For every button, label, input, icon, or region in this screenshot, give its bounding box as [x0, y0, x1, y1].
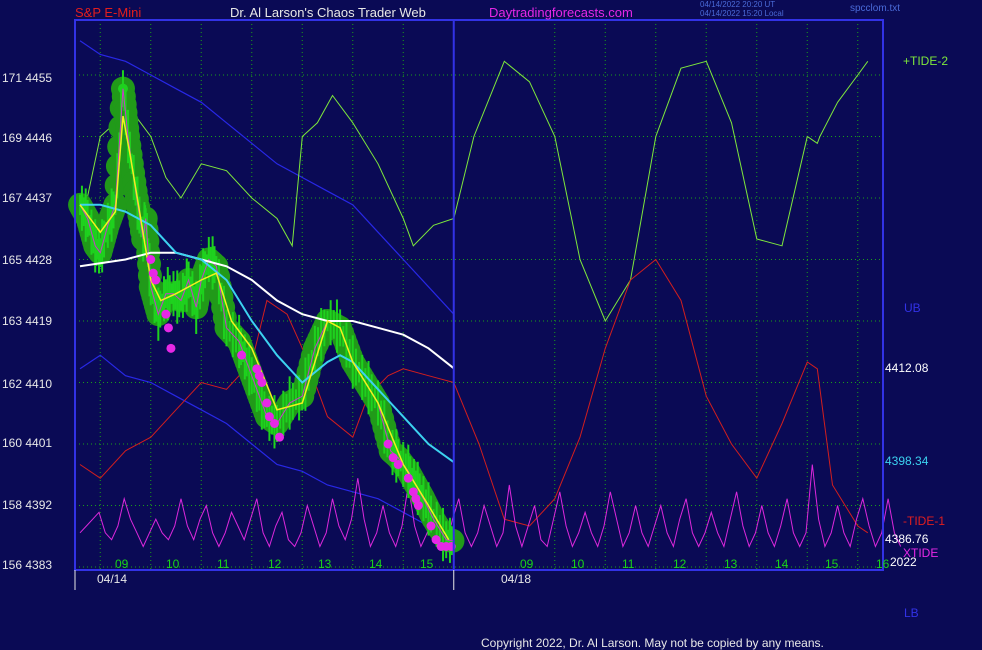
upper-band-label: UB — [904, 301, 921, 315]
medium-ma-value: 4398.34 — [885, 454, 929, 468]
signal-marker — [275, 432, 285, 442]
tide-minus-label: -TIDE-1 — [903, 514, 945, 528]
signal-marker — [163, 323, 173, 333]
y-tick-label: 167 4437 — [2, 191, 53, 205]
tide-plus-label: +TIDE-2 — [903, 54, 949, 68]
signal-marker — [257, 378, 267, 387]
price-value: 4386.76 — [885, 532, 929, 546]
x-tick-label: 15 — [825, 557, 839, 571]
site-link[interactable]: Daytradingforecasts.com — [489, 5, 633, 20]
x-tick-label: 10 — [571, 557, 585, 571]
x-tick-label: 14 — [369, 557, 383, 571]
copyright-notice: Copyright 2022, Dr. Al Larson. May not b… — [481, 636, 824, 650]
signal-marker — [262, 398, 272, 408]
signal-marker — [237, 350, 247, 360]
y-tick-label: 158 4392 — [2, 498, 53, 512]
timestamp-local: 04/14/2022 15:20 Local — [700, 9, 784, 18]
x-tick-label: 13 — [318, 557, 332, 571]
signal-marker — [269, 419, 279, 428]
y-tick-label: 156 4383 — [2, 558, 53, 572]
slow-ma-value: 4412.08 — [885, 361, 929, 375]
date-label-2: 04/18 — [501, 572, 532, 586]
y-tick-label: 165 4428 — [2, 253, 53, 267]
signal-marker — [413, 501, 423, 510]
signal-marker — [393, 460, 403, 469]
lower-band-label: LB — [904, 606, 919, 620]
x-tick-label: 12 — [673, 557, 687, 571]
x-tick-label: 11 — [217, 557, 230, 571]
symbol-label: S&P E-Mini — [75, 5, 142, 20]
x-tick-label: 09 — [520, 557, 534, 571]
year-label: 2022 — [890, 555, 917, 569]
signal-marker — [426, 521, 436, 531]
date-label-1: 04/14 — [97, 572, 128, 586]
signal-marker — [151, 275, 161, 285]
signal-marker — [383, 439, 393, 449]
data-filename: spcclom.txt — [850, 3, 901, 14]
y-tick-label: 162 4410 — [2, 377, 53, 391]
signal-marker — [403, 473, 413, 483]
chart-title: Dr. Al Larson's Chaos Trader Web — [230, 5, 426, 20]
x-tick-label: 11 — [622, 557, 635, 571]
x-tick-label: 14 — [775, 557, 789, 571]
y-tick-label: 169 4446 — [2, 131, 53, 145]
signal-marker — [146, 255, 156, 264]
signal-marker — [166, 343, 176, 353]
timestamp-ut: 04/14/2022 20:20 UT — [700, 0, 776, 9]
x-tick-label: 10 — [166, 557, 180, 571]
x-tick-label: 16 — [876, 557, 890, 571]
y-tick-label: 171 4455 — [2, 71, 53, 85]
x-tick-label: 09 — [115, 557, 129, 571]
x-tick-label: 12 — [268, 557, 282, 571]
slow-ma-line — [79, 251, 455, 370]
signal-marker — [161, 309, 171, 319]
y-tick-label: 163 4419 — [2, 314, 53, 328]
x-tick-label: 15 — [420, 557, 434, 571]
y-tick-label: 160 4401 — [2, 436, 53, 450]
x-tick-label: 13 — [724, 557, 738, 571]
chart-canvas — [68, 19, 902, 590]
